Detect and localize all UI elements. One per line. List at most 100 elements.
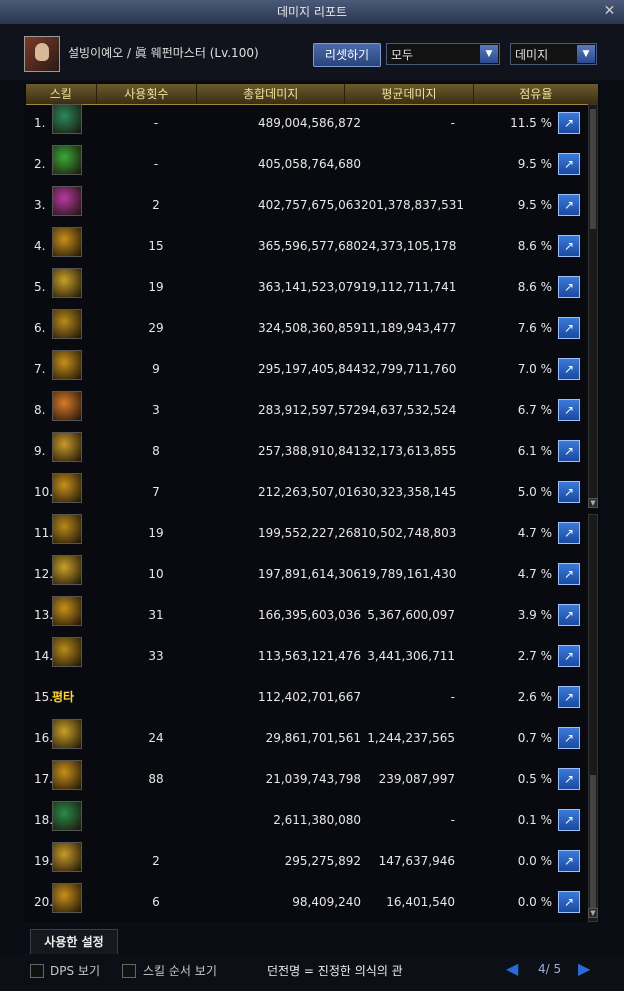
- export-icon[interactable]: ↗: [558, 276, 580, 298]
- row-uses: 2: [152, 198, 160, 212]
- close-icon[interactable]: ✕: [601, 3, 618, 20]
- col-skill[interactable]: 스킬: [26, 84, 97, 104]
- table-row: 13. 31 166,395,603,036 5,367,600,097 3.9 % ↗: [26, 596, 586, 634]
- row-avg-damage: 19,789,161,430: [361, 567, 457, 581]
- row-uses: 19: [148, 526, 164, 540]
- row-rank: 10.: [34, 485, 54, 499]
- export-icon[interactable]: ↗: [558, 153, 580, 175]
- row-avg-damage: -: [450, 813, 455, 827]
- export-icon[interactable]: ↗: [558, 194, 580, 216]
- row-share: 0.5 %: [517, 772, 552, 786]
- export-icon[interactable]: ↗: [558, 522, 580, 544]
- prev-page-icon[interactable]: ◀: [506, 960, 522, 978]
- row-avg-damage: 32,173,613,855: [361, 444, 457, 458]
- col-uses[interactable]: 사용횟수: [97, 84, 198, 104]
- skill-icon: [52, 883, 82, 913]
- export-icon[interactable]: ↗: [558, 768, 580, 790]
- scrollbar-lower[interactable]: [588, 514, 598, 922]
- next-page-icon[interactable]: ▶: [578, 960, 594, 978]
- row-uses: 9: [152, 362, 160, 376]
- row-share: 2.6 %: [517, 690, 552, 704]
- row-total-damage: 489,004,586,872: [257, 116, 361, 130]
- tab-used-settings[interactable]: 사용한 설정: [30, 929, 118, 954]
- table-row: 6. 29 324,508,360,859 11,189,943,477 7.6 % ↗: [26, 309, 586, 347]
- row-total-damage: 2,611,380,080: [273, 813, 361, 827]
- skill-order-checkbox[interactable]: [122, 964, 136, 978]
- row-share: 8.6 %: [517, 280, 552, 294]
- scrollbar-upper[interactable]: [588, 104, 598, 508]
- export-icon[interactable]: ↗: [558, 481, 580, 503]
- row-uses: 24: [148, 731, 164, 745]
- row-total-damage: 199,552,227,268: [257, 526, 361, 540]
- row-share: 0.1 %: [517, 813, 552, 827]
- row-share: 9.5 %: [517, 157, 552, 171]
- row-avg-damage: 147,637,946: [378, 854, 455, 868]
- reset-button[interactable]: 리셋하기: [313, 43, 381, 67]
- row-total-damage: 405,058,764,680: [257, 157, 361, 171]
- dps-checkbox[interactable]: [30, 964, 44, 978]
- col-avg[interactable]: 평균데미지: [345, 84, 474, 104]
- row-uses: 7: [152, 485, 160, 499]
- row-uses: -: [153, 116, 159, 130]
- export-icon[interactable]: ↗: [558, 686, 580, 708]
- row-uses: 29: [148, 321, 164, 335]
- scroll-down-icon[interactable]: ▼: [588, 908, 598, 918]
- row-rank: 15.: [34, 690, 54, 704]
- export-icon[interactable]: ↗: [558, 235, 580, 257]
- page-indicator: 4/ 5: [538, 962, 562, 976]
- table-row: 19. 2 295,275,892 147,637,946 0.0 % ↗: [26, 842, 586, 880]
- export-icon[interactable]: ↗: [558, 727, 580, 749]
- export-icon[interactable]: ↗: [558, 809, 580, 831]
- row-total-damage: 166,395,603,036: [257, 608, 361, 622]
- row-rank: 4.: [34, 239, 46, 253]
- row-avg-damage: 5,367,600,097: [367, 608, 455, 622]
- skill-icon: [52, 350, 82, 380]
- row-rank: 5.: [34, 280, 46, 294]
- table-row: 15. 평타 112,402,701,667 - 2.6 % ↗: [26, 678, 586, 716]
- row-share: 4.7 %: [517, 567, 552, 581]
- row-avg-damage: 30,323,358,145: [361, 485, 457, 499]
- export-icon[interactable]: ↗: [558, 358, 580, 380]
- export-icon[interactable]: ↗: [558, 850, 580, 872]
- row-rank: 14.: [34, 649, 54, 663]
- table-row: 2. - 405,058,764,680 9.5 % ↗: [26, 145, 586, 183]
- avatar: [24, 36, 60, 72]
- skill-icon: [52, 637, 82, 667]
- row-share: 2.7 %: [517, 649, 552, 663]
- export-icon[interactable]: ↗: [558, 891, 580, 913]
- row-share: 5.0 %: [517, 485, 552, 499]
- row-rank: 9.: [34, 444, 46, 458]
- dps-label: DPS 보기: [50, 964, 100, 978]
- table-row: 12. 10 197,891,614,306 19,789,161,430 4.7 % ↗: [26, 555, 586, 593]
- export-icon[interactable]: ↗: [558, 112, 580, 134]
- row-total-damage: 112,402,701,667: [257, 690, 361, 704]
- row-rank: 18.: [34, 813, 54, 827]
- row-uses: 31: [148, 608, 164, 622]
- export-icon[interactable]: ↗: [558, 440, 580, 462]
- skill-icon: [52, 596, 82, 626]
- row-rank: 8.: [34, 403, 46, 417]
- row-rank: 16.: [34, 731, 54, 745]
- row-share: 0.7 %: [517, 731, 552, 745]
- scroll-thumb[interactable]: [590, 109, 596, 229]
- row-total-damage: 21,039,743,798: [265, 772, 361, 786]
- row-total-damage: 363,141,523,079: [257, 280, 361, 294]
- export-icon[interactable]: ↗: [558, 645, 580, 667]
- col-total[interactable]: 총합데미지: [197, 84, 346, 104]
- filter-select[interactable]: 모두 ▼: [386, 43, 500, 65]
- row-avg-damage: 94,637,532,524: [361, 403, 457, 417]
- export-icon[interactable]: ↗: [558, 604, 580, 626]
- metric-select[interactable]: 데미지 ▼: [510, 43, 597, 65]
- scroll-thumb[interactable]: [590, 775, 596, 915]
- export-icon[interactable]: ↗: [558, 563, 580, 585]
- skill-icon: [52, 842, 82, 872]
- row-total-damage: 295,197,405,844: [257, 362, 361, 376]
- row-avg-damage: 3,441,306,711: [367, 649, 455, 663]
- export-icon[interactable]: ↗: [558, 317, 580, 339]
- row-total-damage: 283,912,597,572: [257, 403, 361, 417]
- export-icon[interactable]: ↗: [558, 399, 580, 421]
- col-share[interactable]: 점유율: [474, 84, 598, 104]
- row-avg-damage: -: [450, 116, 455, 130]
- scroll-down-icon[interactable]: ▼: [588, 498, 598, 508]
- row-rank: 17.: [34, 772, 54, 786]
